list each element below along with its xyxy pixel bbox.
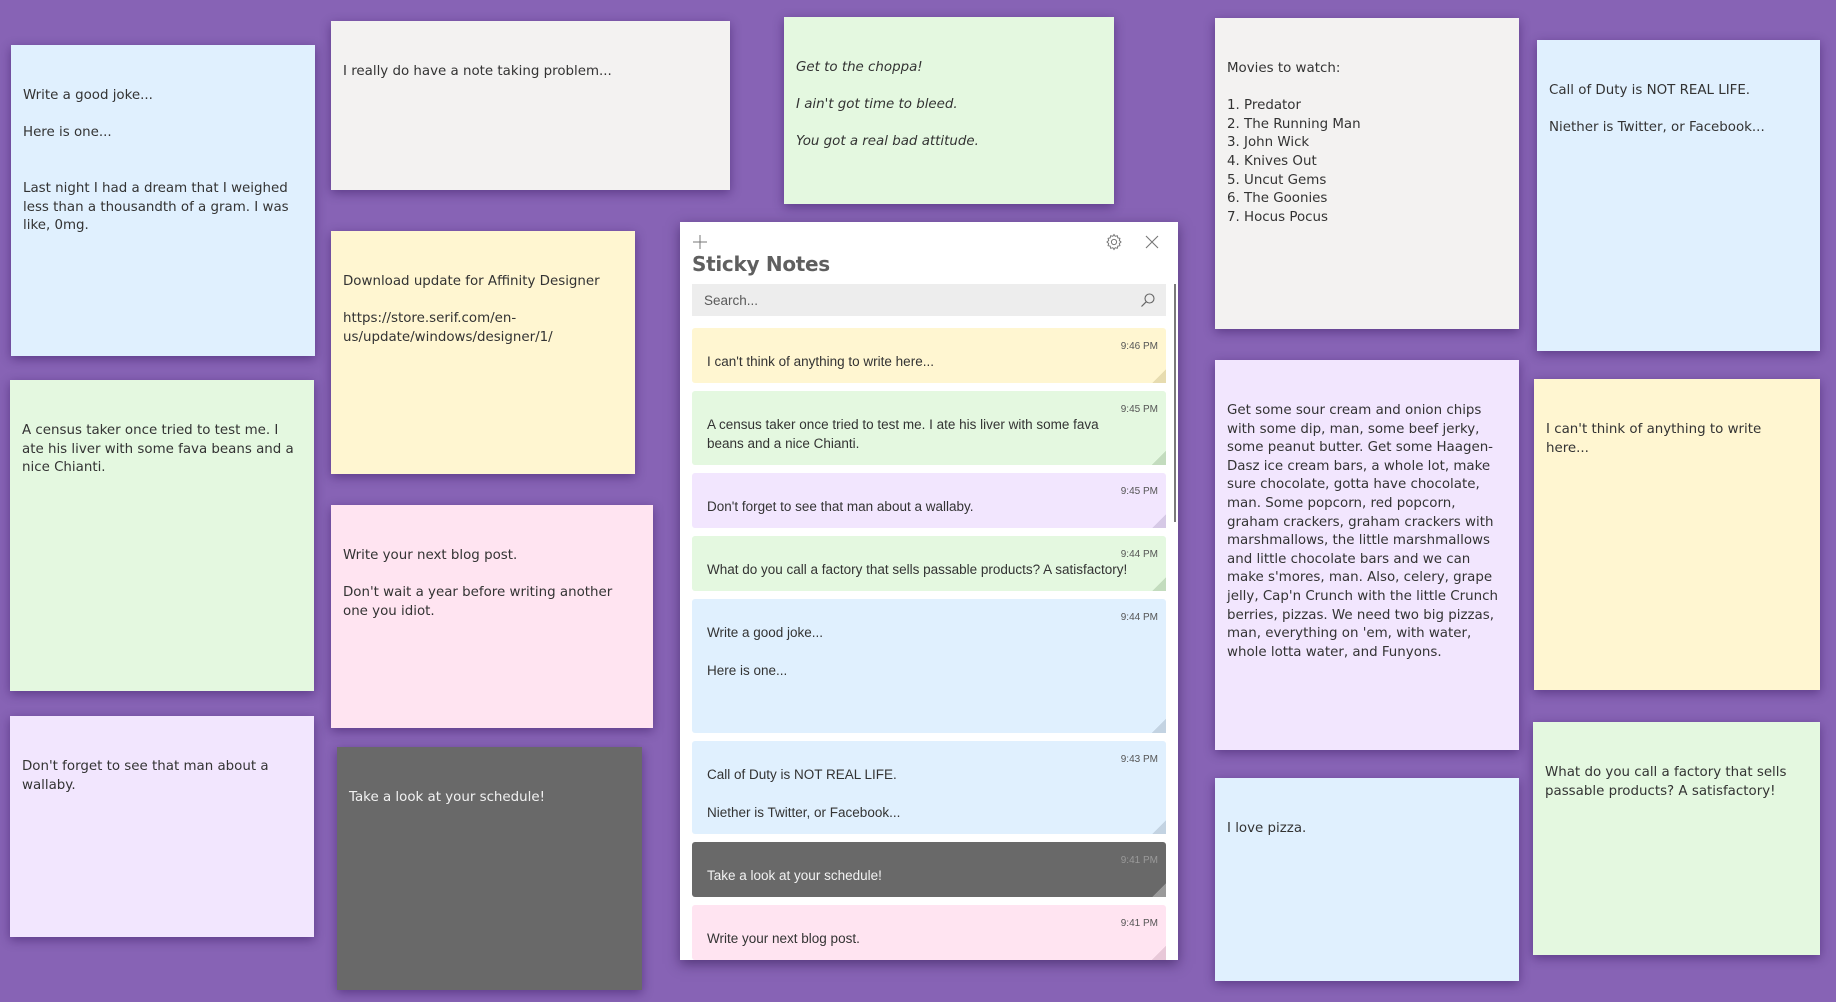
page-curl-icon	[1152, 451, 1166, 465]
sticky-note-pizza[interactable]: I love pizza.	[1215, 778, 1519, 981]
panel-title: Sticky Notes	[692, 252, 830, 276]
new-note-button[interactable]	[688, 230, 712, 254]
note-preview-text: Write a good joke... Here is one...	[707, 625, 824, 678]
search-input[interactable]	[704, 284, 1124, 316]
note-list-item[interactable]: 9:46 PM I can't think of anything to writ…	[692, 328, 1166, 383]
close-icon	[1145, 235, 1159, 249]
page-curl-icon	[1152, 719, 1166, 733]
list-scrollbar[interactable]	[1174, 284, 1176, 522]
page-curl-icon	[1152, 577, 1166, 591]
page-curl-icon	[1152, 514, 1166, 528]
search-icon[interactable]	[1140, 292, 1156, 308]
sticky-note-movies[interactable]: Movies to watch: 1. Predator 2. The Runn…	[1215, 18, 1519, 329]
sticky-note-joke[interactable]: Write a good joke... Here is one... Last…	[11, 45, 315, 356]
note-timestamp: 9:44 PM	[1120, 612, 1158, 623]
note-timestamp: 9:41 PM	[1120, 918, 1158, 929]
sticky-note-wallaby[interactable]: Don't forget to see that man about a wal…	[10, 716, 314, 937]
note-timestamp: 9:46 PM	[1120, 341, 1158, 352]
sticky-note-factory[interactable]: What do you call a factory that sells pa…	[1533, 722, 1820, 955]
note-timestamp: 9:45 PM	[1120, 404, 1158, 415]
note-preview-text: Don't forget to see that man about a wal…	[707, 499, 974, 514]
plus-icon	[693, 235, 707, 249]
note-list-item[interactable]: 9:44 PM Write a good joke... Here is one.…	[692, 599, 1166, 733]
search-box[interactable]	[692, 284, 1166, 316]
sticky-note-shopping-list[interactable]: Get some sour cream and onion chips with…	[1215, 360, 1519, 750]
page-curl-icon	[1152, 820, 1166, 834]
sticky-notes-panel: Sticky Notes 9:46 PM I can't think of any…	[680, 222, 1178, 960]
note-preview-text: What do you call a factory that sells pa…	[707, 562, 1128, 577]
note-preview-text: Write your next blog post.	[707, 931, 860, 946]
note-preview-text: Take a look at your schedule!	[707, 868, 882, 883]
sticky-note-call-of-duty[interactable]: Call of Duty is NOT REAL LIFE. Niether i…	[1537, 40, 1820, 351]
note-list-item[interactable]: 9:45 PM Don't forget to see that man abou…	[692, 473, 1166, 528]
note-list-item[interactable]: 9:44 PM What do you call a factory that s…	[692, 536, 1166, 591]
note-timestamp: 9:45 PM	[1120, 486, 1158, 497]
gear-icon	[1106, 233, 1122, 251]
sticky-note-affinity[interactable]: Download update for Affinity Designer ht…	[331, 231, 635, 474]
sticky-note-choppa[interactable]: Get to the choppa! I ain't got time to b…	[784, 17, 1114, 204]
note-timestamp: 9:41 PM	[1120, 855, 1158, 866]
notes-list: 9:46 PM I can't think of anything to writ…	[692, 328, 1166, 960]
settings-button[interactable]	[1102, 230, 1126, 254]
close-button[interactable]	[1140, 230, 1164, 254]
sticky-note-think[interactable]: I can't think of anything to write here.…	[1534, 379, 1820, 690]
sticky-note-blog[interactable]: Write your next blog post. Don't wait a …	[331, 505, 653, 728]
page-curl-icon	[1152, 883, 1166, 897]
page-curl-icon	[1152, 946, 1166, 960]
sticky-note-note-taking[interactable]: I really do have a note taking problem..…	[331, 21, 730, 190]
note-preview-text: Call of Duty is NOT REAL LIFE. Niether i…	[707, 767, 901, 820]
sticky-note-census[interactable]: A census taker once tried to test me. I …	[10, 380, 314, 691]
note-list-item[interactable]: 9:41 PM Take a look at your schedule!	[692, 842, 1166, 897]
note-list-item[interactable]: 9:43 PM Call of Duty is NOT REAL LIFE. Ni…	[692, 741, 1166, 834]
note-list-item[interactable]: 9:41 PM Write your next blog post.	[692, 905, 1166, 960]
page-curl-icon	[1152, 369, 1166, 383]
sticky-note-schedule[interactable]: Take a look at your schedule!	[337, 747, 642, 990]
note-preview-text: A census taker once tried to test me. I …	[707, 417, 1103, 451]
note-timestamp: 9:44 PM	[1120, 549, 1158, 560]
note-list-item[interactable]: 9:45 PM A census taker once tried to test…	[692, 391, 1166, 465]
note-timestamp: 9:43 PM	[1120, 754, 1158, 765]
note-preview-text: I can't think of anything to write here.…	[707, 354, 934, 369]
